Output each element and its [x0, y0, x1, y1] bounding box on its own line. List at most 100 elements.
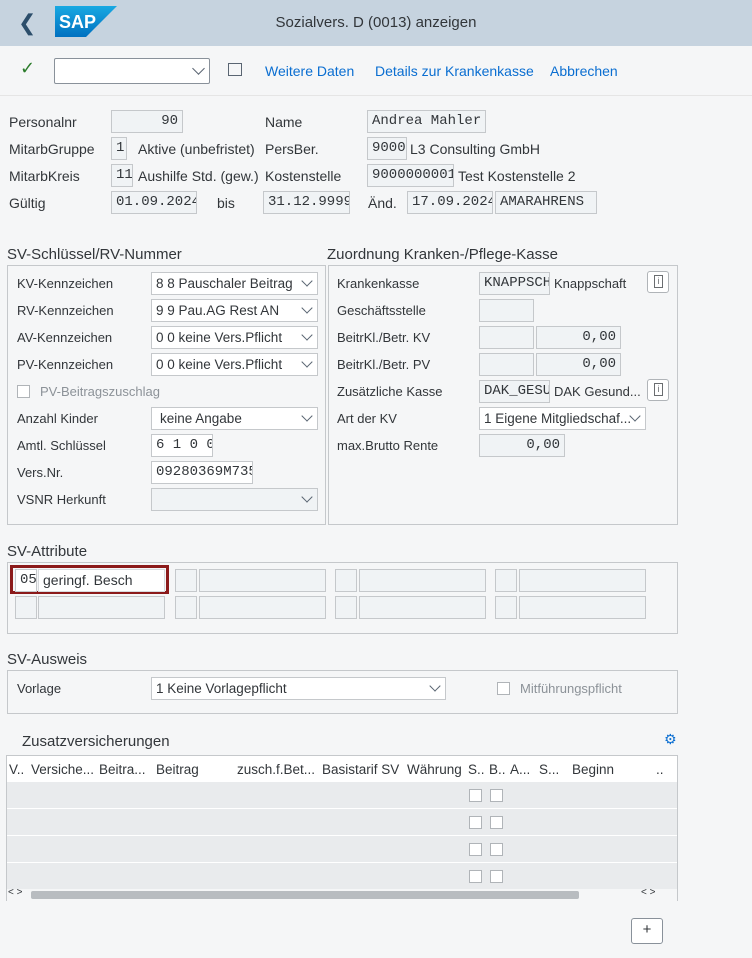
sv-attr-code-2[interactable]: [15, 596, 37, 619]
table-row[interactable]: [7, 781, 677, 808]
pv-zuschlag-checkbox[interactable]: [17, 385, 30, 398]
vsnr-select[interactable]: [151, 488, 318, 511]
rv-select-value: 9 9 Pau.AG Rest AN: [156, 303, 280, 318]
col-header-0[interactable]: V..: [9, 762, 27, 777]
sv-attr-text-2[interactable]: [38, 596, 165, 619]
row4-b-checkbox[interactable]: [490, 870, 503, 883]
sv-attr-code-8[interactable]: [495, 596, 517, 619]
row2-b-checkbox[interactable]: [490, 816, 503, 829]
mitarbgruppe-code[interactable]: 1: [111, 137, 127, 160]
av-select-value: 0 0 keine Vers.Pflicht: [156, 330, 283, 345]
details-krankenkasse-button[interactable]: Details zur Krankenkasse: [375, 63, 534, 79]
col-header-6[interactable]: Währung: [407, 762, 463, 777]
kostenstelle-code[interactable]: 9000000001: [367, 164, 454, 187]
row1-s-checkbox[interactable]: [469, 789, 482, 802]
vsnr-label: VSNR Herkunft: [17, 492, 106, 507]
image-icon[interactable]: [228, 63, 242, 76]
sv-attr-code-6[interactable]: [335, 596, 357, 619]
mitarbgruppe-text: Aktive (unbefristet): [138, 141, 255, 157]
col-header-10[interactable]: S...: [539, 762, 565, 777]
kv-select[interactable]: 8 8 Pauschaler Beitrag: [151, 272, 318, 295]
sv-attribute-title: SV-Attribute: [7, 543, 88, 560]
back-icon[interactable]: ❮: [18, 10, 38, 36]
col-header-12[interactable]: ..: [656, 762, 670, 777]
weitere-daten-button[interactable]: Weitere Daten: [265, 63, 354, 79]
table-row[interactable]: [7, 835, 677, 862]
sv-attribute-text[interactable]: geringf. Besch: [38, 569, 165, 592]
vorlage-select[interactable]: 1 Keine Vorlagepflicht: [151, 677, 446, 700]
zusaetzliche-info-button[interactable]: i: [647, 379, 669, 401]
gueltig-von-field[interactable]: 01.09.2024: [111, 191, 197, 214]
mitarbkreis-label: MitarbKreis: [9, 168, 80, 184]
personalnr-field[interactable]: 90: [111, 110, 183, 133]
check-icon[interactable]: ✓: [20, 58, 35, 79]
amtl-label: Amtl. Schlüssel: [17, 438, 106, 453]
col-header-5[interactable]: Basistarif SV: [322, 762, 404, 777]
sv-attr-text-7[interactable]: [519, 569, 646, 592]
beitrkl-pv-code-field[interactable]: [479, 353, 534, 376]
rv-select[interactable]: 9 9 Pau.AG Rest AN: [151, 299, 318, 322]
col-header-7[interactable]: S..: [468, 762, 486, 777]
col-header-2[interactable]: Beitra...: [99, 762, 149, 777]
sv-attr-text-8[interactable]: [519, 596, 646, 619]
col-header-11[interactable]: Beginn: [572, 762, 642, 777]
scrollbar-thumb[interactable]: [31, 891, 579, 899]
row3-b-checkbox[interactable]: [490, 843, 503, 856]
scroll-right-icon[interactable]: < >: [641, 887, 655, 898]
zusaetzliche-text: DAK Gesund...: [554, 384, 641, 399]
row3-s-checkbox[interactable]: [469, 843, 482, 856]
col-header-1[interactable]: Versiche...: [31, 762, 97, 777]
sv-attr-code-3[interactable]: [175, 569, 197, 592]
mitarbkreis-code[interactable]: 11: [111, 164, 133, 187]
table-row[interactable]: [7, 862, 677, 889]
name-field[interactable]: Andrea Mahler: [367, 110, 486, 133]
add-row-button[interactable]: +: [631, 918, 663, 944]
row4-s-checkbox[interactable]: [469, 870, 482, 883]
scroll-left-icon[interactable]: < >: [8, 887, 22, 898]
col-header-3[interactable]: Beitrag: [156, 762, 232, 777]
sv-attr-code-7[interactable]: [495, 569, 517, 592]
krankenkasse-code[interactable]: KNAPPSCH: [479, 272, 550, 295]
settings-gear-icon[interactable]: ⚙: [664, 731, 677, 748]
col-header-9[interactable]: A...: [510, 762, 534, 777]
geschaeftsstelle-label: Geschäftsstelle: [337, 303, 426, 318]
beitrkl-pv-field[interactable]: 0,00: [536, 353, 621, 376]
command-dropdown[interactable]: [54, 58, 210, 84]
gueltig-bis-field[interactable]: 31.12.9999: [263, 191, 350, 214]
kinder-select[interactable]: keine Angabe: [151, 407, 318, 430]
beitrkl-kv-code-field[interactable]: [479, 326, 534, 349]
row2-s-checkbox[interactable]: [469, 816, 482, 829]
sv-attr-code-5[interactable]: [335, 569, 357, 592]
beitrkl-kv-field[interactable]: 0,00: [536, 326, 621, 349]
chevron-down-icon: [301, 491, 313, 503]
persber-code[interactable]: 9000: [367, 137, 407, 160]
row1-b-checkbox[interactable]: [490, 789, 503, 802]
chevron-down-icon: [301, 410, 313, 422]
sv-attr-text-5[interactable]: [359, 569, 486, 592]
geschaeftsstelle-field[interactable]: [479, 299, 534, 322]
sv-attr-text-3[interactable]: [199, 569, 326, 592]
aend-user-field[interactable]: AMARAHRENS: [495, 191, 597, 214]
max-brutto-field[interactable]: 0,00: [479, 434, 565, 457]
art-kv-select[interactable]: 1 Eigene Mitgliedschaf...: [479, 407, 646, 430]
sv-attr-text-4[interactable]: [199, 596, 326, 619]
amtl-field[interactable]: 6 1 0 0: [151, 434, 213, 457]
aend-date-field[interactable]: 17.09.2024: [407, 191, 493, 214]
zusaetzliche-code[interactable]: DAK_GESU: [479, 380, 550, 403]
pv-select-value: 0 0 keine Vers.Pflicht: [156, 357, 283, 372]
vorlage-label: Vorlage: [17, 681, 62, 696]
sv-attr-text-6[interactable]: [359, 596, 486, 619]
versnr-field[interactable]: 09280369M735: [151, 461, 253, 484]
mitfuehrung-checkbox[interactable]: [497, 682, 510, 695]
pv-select[interactable]: 0 0 keine Vers.Pflicht: [151, 353, 318, 376]
av-select[interactable]: 0 0 keine Vers.Pflicht: [151, 326, 318, 349]
col-header-8[interactable]: B..: [489, 762, 507, 777]
table-row[interactable]: [7, 808, 677, 835]
sv-attr-code-4[interactable]: [175, 596, 197, 619]
personalnr-label: Personalnr: [9, 114, 77, 130]
col-header-4[interactable]: zusch.f.Bet...: [237, 762, 317, 777]
sv-attribute-code[interactable]: 05: [15, 569, 37, 592]
sap-logo: SAP: [55, 6, 117, 37]
krankenkasse-info-button[interactable]: i: [647, 271, 669, 293]
abbrechen-button[interactable]: Abbrechen: [550, 63, 618, 79]
